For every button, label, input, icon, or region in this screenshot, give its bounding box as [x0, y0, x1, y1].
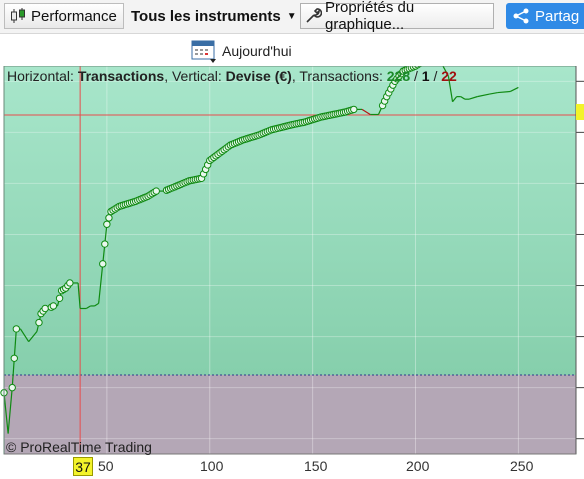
- transactions-losing: 22: [441, 68, 457, 84]
- trade-marker: [8, 383, 16, 392]
- vertical-prefix: , Vertical:: [164, 68, 226, 84]
- x-tick-label: 250: [510, 458, 534, 474]
- trade-marker: [101, 240, 109, 248]
- chart-properties-button[interactable]: Propriétés du graphique...: [300, 0, 494, 33]
- x-tick-label: 100: [200, 458, 224, 474]
- share-button[interactable]: Partag: [506, 3, 584, 29]
- wrench-icon: [304, 7, 323, 25]
- equity-chart[interactable]: Horizontal: Transactions, Vertical: Devi…: [0, 66, 584, 479]
- x-tick-label: 150: [304, 458, 328, 474]
- trade-marker: [99, 260, 107, 268]
- trade-marker: [41, 304, 49, 313]
- toolbar: Performance Tous les instruments ▼ Propr…: [0, 0, 584, 34]
- trade-marker: [10, 354, 18, 362]
- separator-2: /: [429, 68, 442, 84]
- chart-legend: Horizontal: Transactions, Vertical: Devi…: [7, 68, 457, 84]
- share-icon: [512, 7, 530, 25]
- trade-marker: [152, 187, 160, 195]
- candlestick-icon: [9, 7, 27, 25]
- transactions-neutral: 1: [421, 68, 430, 84]
- trade-marker: [12, 325, 21, 333]
- trade-marker: [49, 302, 58, 310]
- trade-marker: [103, 220, 111, 228]
- vertical-value: Devise (€): [225, 68, 292, 84]
- horizontal-value: Transactions: [77, 68, 165, 84]
- separator-1: /: [410, 68, 422, 84]
- instruments-label: Tous les instruments: [131, 7, 281, 25]
- transactions-prefix: , Transactions:: [291, 68, 387, 84]
- x-tick-label: 50: [98, 458, 114, 474]
- share-label: Partag: [535, 7, 580, 25]
- y-cursor-label: [576, 104, 584, 120]
- trade-marker: [105, 214, 113, 222]
- today-button[interactable]: Aujourd'hui: [190, 38, 292, 64]
- x-tick-label: 200: [406, 458, 430, 474]
- chevron-down-icon: ▼: [286, 10, 297, 22]
- instruments-dropdown[interactable]: Tous les instruments ▼: [127, 3, 297, 29]
- trade-marker: [35, 318, 43, 327]
- gain-zone: [4, 66, 576, 375]
- trade-marker: [350, 105, 358, 114]
- chart-properties-label: Propriétés du graphique...: [325, 0, 415, 33]
- copyright-text: © ProRealTime Trading: [6, 439, 152, 455]
- horizontal-prefix: Horizontal:: [7, 68, 78, 84]
- date-bar: Aujourd'hui: [0, 34, 584, 66]
- x-cursor-label: 37: [73, 457, 93, 476]
- performance-button[interactable]: Performance: [4, 3, 124, 29]
- performance-label: Performance: [31, 7, 117, 25]
- chart-plot: [0, 66, 584, 455]
- trade-marker: [66, 279, 74, 287]
- calendar-icon: [190, 38, 218, 64]
- trade-marker: [55, 294, 64, 302]
- today-label: Aujourd'hui: [222, 43, 292, 59]
- transactions-total: 228: [386, 68, 411, 84]
